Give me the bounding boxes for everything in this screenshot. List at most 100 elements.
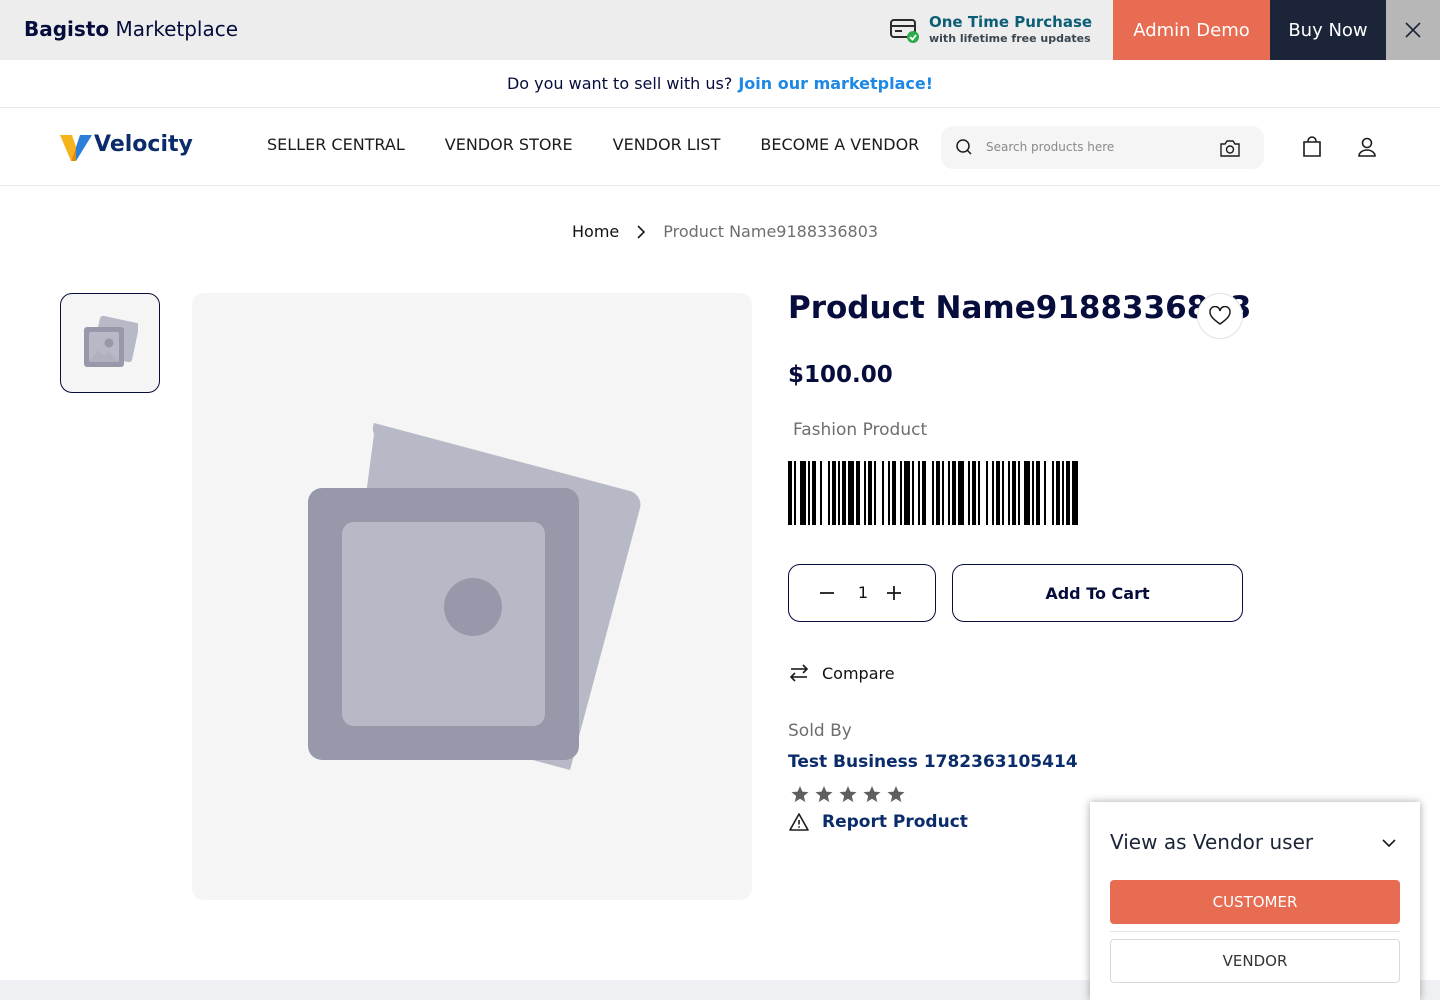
- compare-link[interactable]: Compare: [788, 662, 895, 684]
- divider: [1110, 931, 1400, 932]
- bag-icon[interactable]: [1302, 136, 1322, 158]
- barcode-bar: [812, 461, 816, 525]
- brand-bold: Bagisto: [24, 17, 110, 41]
- main-nav: SELLER CENTRAL VENDOR STORE VENDOR LIST …: [267, 135, 919, 154]
- nav-seller-central[interactable]: SELLER CENTRAL: [267, 135, 405, 154]
- product-category: Fashion Product: [793, 420, 928, 440]
- barcode-bar: [800, 461, 806, 525]
- barcode-bar: [864, 461, 866, 525]
- chevron-down-icon[interactable]: [1380, 834, 1398, 852]
- barcode-bar: [904, 461, 910, 525]
- card-check-icon: [890, 19, 919, 43]
- barcode-bar: [958, 461, 964, 525]
- search-box: [941, 126, 1264, 169]
- barcode-bar: [856, 461, 860, 525]
- offer-title: One Time Purchase: [929, 13, 1093, 31]
- report-label: Report Product: [822, 812, 968, 832]
- star-icon: [839, 786, 857, 802]
- add-to-cart-button[interactable]: Add To Cart: [952, 564, 1243, 622]
- promo-bar: Bagisto Marketplace One Time Purchase wi…: [0, 0, 1440, 60]
- wishlist-button[interactable]: [1197, 293, 1243, 339]
- compare-arrows-icon: [789, 664, 809, 682]
- barcode-bar: [1062, 461, 1064, 525]
- barcode-bar: [1012, 461, 1016, 525]
- view-as-title[interactable]: View as Vendor user: [1110, 830, 1313, 854]
- barcode-bar: [972, 461, 976, 525]
- camera-icon[interactable]: [1219, 138, 1241, 158]
- user-icon[interactable]: [1357, 136, 1377, 158]
- barcode-bar: [842, 461, 846, 525]
- promo-brand[interactable]: Bagisto Marketplace: [24, 17, 238, 41]
- product-title: Product Name9188336803: [788, 290, 1252, 326]
- search-input[interactable]: [986, 137, 1206, 157]
- nav-vendor-store[interactable]: VENDOR STORE: [445, 135, 573, 154]
- barcode-bar: [912, 461, 914, 525]
- barcode-bar: [1056, 461, 1060, 525]
- barcode-bar: [942, 461, 944, 525]
- logo-text: Velocity: [94, 132, 193, 157]
- barcode-bar: [948, 461, 950, 525]
- barcode-bar: [986, 461, 988, 525]
- barcode-bar: [1032, 461, 1034, 525]
- barcode-bar: [978, 461, 980, 525]
- velocity-logo[interactable]: Velocity: [60, 130, 200, 162]
- product-main-image[interactable]: [192, 293, 752, 900]
- barcode-bar: [922, 461, 926, 525]
- plus-icon[interactable]: [886, 585, 902, 601]
- barcode-bar: [968, 461, 970, 525]
- barcode-bar: [874, 461, 876, 525]
- breadcrumb: Home Product Name9188336803: [572, 222, 878, 241]
- barcode-bar: [808, 461, 810, 525]
- velocity-logo-icon: [60, 135, 92, 161]
- chevron-right-icon: [637, 224, 646, 239]
- nav-vendor-list[interactable]: VENDOR LIST: [613, 135, 721, 154]
- star-icon: [863, 786, 881, 802]
- image-placeholder-icon: [84, 315, 138, 367]
- barcode-bar: [828, 461, 830, 525]
- brand-regular: Marketplace: [115, 17, 239, 41]
- barcode-bar: [932, 461, 934, 525]
- minus-icon[interactable]: [819, 585, 835, 601]
- site-header: Velocity SELLER CENTRAL VENDOR STORE VEN…: [0, 108, 1440, 186]
- buy-now-button[interactable]: Buy Now: [1270, 0, 1386, 60]
- seller-name[interactable]: Test Business 1782363105414: [788, 752, 1078, 772]
- barcode-bar: [1044, 461, 1046, 525]
- seller-rating: [790, 784, 906, 804]
- barcode-bar: [900, 461, 902, 525]
- search-icon[interactable]: [955, 138, 973, 156]
- customer-button[interactable]: CUSTOMER: [1110, 880, 1400, 924]
- admin-demo-button[interactable]: Admin Demo: [1113, 0, 1270, 60]
- star-icon: [791, 786, 809, 802]
- close-icon: [1405, 22, 1421, 38]
- sold-by-label: Sold By: [788, 721, 852, 741]
- offer-subtitle: with lifetime free updates: [929, 32, 1091, 45]
- product-thumbnail[interactable]: [60, 293, 160, 393]
- star-icon: [887, 786, 905, 802]
- barcode-bar: [996, 461, 1000, 525]
- barcode-bar: [832, 461, 836, 525]
- barcode-bar: [1018, 461, 1020, 525]
- star-icon: [815, 786, 833, 802]
- barcode-bar: [868, 461, 872, 525]
- barcode-bar: [1072, 461, 1078, 525]
- product-barcode: [788, 461, 1078, 525]
- nav-become-a-vendor[interactable]: BECOME A VENDOR: [760, 135, 919, 154]
- barcode-bar: [918, 461, 920, 525]
- join-marketplace-link[interactable]: Join our marketplace!: [738, 74, 933, 93]
- one-time-purchase: One Time Purchase with lifetime free upd…: [888, 12, 1108, 48]
- barcode-bar: [1008, 461, 1010, 525]
- view-as-panel: View as Vendor user CUSTOMER VENDOR: [1090, 802, 1420, 1000]
- barcode-bar: [892, 461, 896, 525]
- barcode-bar: [1052, 461, 1054, 525]
- barcode-bar: [1036, 461, 1040, 525]
- breadcrumb-home[interactable]: Home: [572, 222, 619, 241]
- quantity-value[interactable]: 1: [853, 583, 873, 602]
- vendor-button[interactable]: VENDOR: [1110, 939, 1400, 983]
- barcode-bar: [888, 461, 890, 525]
- barcode-bar: [952, 461, 956, 525]
- barcode-bar: [1066, 461, 1070, 525]
- barcode-bar: [794, 461, 796, 525]
- close-promo-button[interactable]: [1386, 0, 1440, 60]
- barcode-bar: [838, 461, 840, 525]
- report-product-link[interactable]: Report Product: [788, 812, 968, 832]
